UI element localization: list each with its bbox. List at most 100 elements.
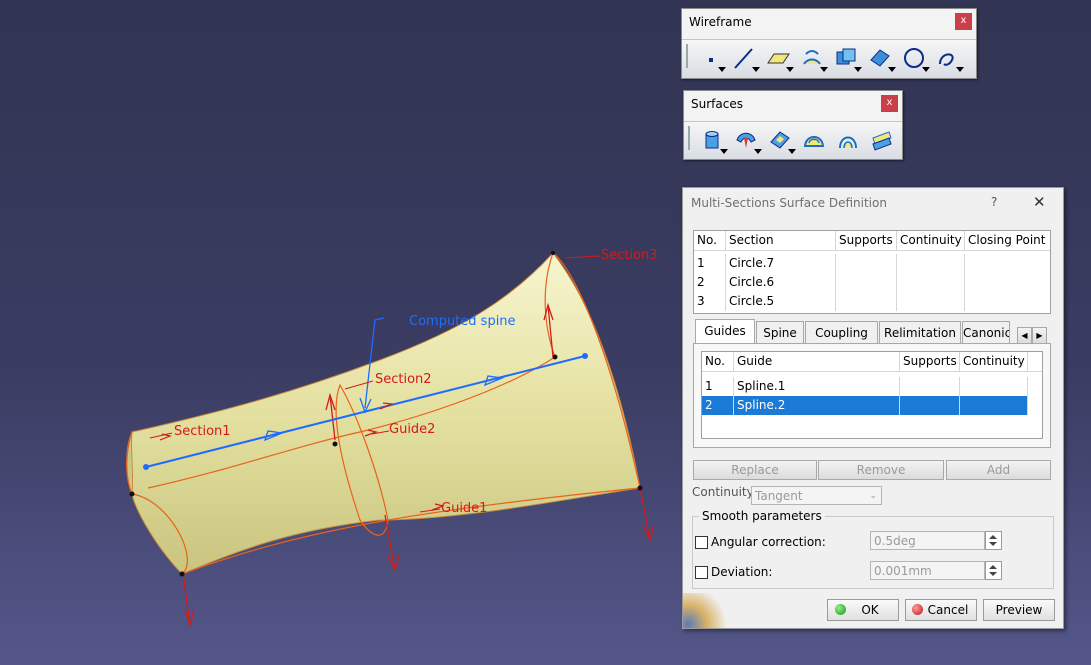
column-header[interactable]: Closing Point <box>965 231 1050 250</box>
section-name: Circle.7 <box>726 254 836 273</box>
guide-supports <box>900 377 960 396</box>
fill-icon[interactable] <box>766 126 796 154</box>
tab-scroll-right-button[interactable]: ▶ <box>1032 327 1047 344</box>
toolbar-grip[interactable] <box>688 126 690 150</box>
deviation-spinner[interactable] <box>985 561 1002 580</box>
section-closing-point <box>965 292 1050 311</box>
section-continuity <box>897 254 965 273</box>
dialog-title: Multi-Sections Surface Definition <box>691 196 887 210</box>
guide2-label: Guide2 <box>389 422 435 437</box>
replace-button[interactable]: Replace <box>693 460 817 480</box>
row-number: 1 <box>702 377 734 396</box>
surfaces-toolbar-title: Surfaces <box>691 97 743 111</box>
row-number: 2 <box>702 396 734 415</box>
smooth-parameters-title: Smooth parameters <box>699 509 825 523</box>
section-name: Circle.5 <box>726 292 836 311</box>
section2-label: Section2 <box>375 372 432 387</box>
section-supports <box>836 273 897 292</box>
multi-section-surface[interactable] <box>126 252 641 575</box>
deviation-label: Deviation: <box>711 565 773 579</box>
toolbar-grip[interactable] <box>686 44 688 68</box>
remove-button[interactable]: Remove <box>818 460 944 480</box>
offset-icon[interactable] <box>866 44 896 72</box>
row-number: 2 <box>694 273 726 292</box>
guides-table[interactable]: No. Guide Supports Continuity 1 Spline.1… <box>701 351 1043 439</box>
guide-continuity <box>960 396 1028 415</box>
wireframe-close-button[interactable]: x <box>955 13 972 30</box>
continuity-select[interactable]: Tangent ⌄ <box>751 486 882 505</box>
section-supports <box>836 254 897 273</box>
deviation-field[interactable]: 0.001mm <box>870 561 985 580</box>
row-number: 1 <box>694 254 726 273</box>
tab-coupling[interactable]: Coupling <box>805 321 878 344</box>
cancel-button[interactable]: Cancel <box>905 599 977 621</box>
plane-icon[interactable] <box>764 44 794 72</box>
table-row[interactable]: 1 Circle.7 <box>694 254 1050 273</box>
table-row[interactable]: 3 Circle.5 <box>694 292 1050 311</box>
multi-sections-dialog[interactable]: Multi-Sections Surface Definition ? ✕ No… <box>682 187 1064 629</box>
angular-correction-field[interactable]: 0.5deg <box>870 531 985 550</box>
point-icon[interactable] <box>696 44 726 72</box>
guide-name: Spline.1 <box>734 377 900 396</box>
guide1-label: Guide1 <box>441 501 487 516</box>
help-button[interactable]: ? <box>991 195 997 209</box>
table-row[interactable]: 1 Spline.1 <box>702 377 1042 396</box>
guide-name: Spline.2 <box>734 396 900 415</box>
surfaces-close-button[interactable]: x <box>881 95 898 112</box>
section-name: Circle.6 <box>726 273 836 292</box>
ok-status-icon <box>835 604 846 615</box>
section-closing-point <box>965 254 1050 273</box>
section-continuity <box>897 273 965 292</box>
sections-table-header: No. Section Supports Continuity Closing … <box>694 231 1050 251</box>
angular-correction-spinner[interactable] <box>985 531 1002 550</box>
column-header[interactable]: Section <box>726 231 836 250</box>
continuity-value: Tangent <box>755 489 803 503</box>
column-header[interactable]: Supports <box>900 352 960 371</box>
surfaces-toolbar[interactable]: Surfaces x <box>683 90 903 160</box>
cancel-status-icon <box>912 604 923 615</box>
chevron-down-icon: ⌄ <box>869 491 877 501</box>
continuity-label: Continuity: <box>692 485 757 499</box>
tab-scroll-left-button[interactable]: ◀ <box>1017 327 1032 344</box>
angular-correction-checkbox[interactable] <box>695 536 708 549</box>
column-header[interactable]: Supports <box>836 231 897 250</box>
ok-button[interactable]: OK <box>827 599 899 621</box>
surfaces-toolbar-row <box>684 121 902 159</box>
tab-canonical[interactable]: Canonic <box>962 321 1010 344</box>
dialog-close-button[interactable]: ✕ <box>1033 193 1046 211</box>
add-button[interactable]: Add <box>946 460 1051 480</box>
guide-supports <box>900 396 960 415</box>
wireframe-toolbar-row <box>682 39 976 78</box>
sweep-icon[interactable] <box>732 126 762 154</box>
section3-label: Section3 <box>601 248 658 263</box>
deviation-checkbox[interactable] <box>695 566 708 579</box>
column-header[interactable]: Guide <box>734 352 900 371</box>
line-icon[interactable] <box>730 44 760 72</box>
tab-relimitation[interactable]: Relimitation <box>879 321 961 344</box>
table-row[interactable]: 2 Circle.6 <box>694 273 1050 292</box>
table-row-selected[interactable]: 2 Spline.2 <box>702 396 1028 415</box>
intersection-icon[interactable] <box>832 44 862 72</box>
projection-icon[interactable] <box>798 44 828 72</box>
blend-icon[interactable] <box>834 126 864 154</box>
guides-tab-panel: No. Guide Supports Continuity 1 Spline.1… <box>693 343 1051 448</box>
row-number: 3 <box>694 292 726 311</box>
extrude-icon[interactable] <box>698 126 728 154</box>
section-continuity <box>897 292 965 311</box>
ok-button-label: OK <box>861 603 879 617</box>
multi-sections-icon[interactable] <box>800 126 830 154</box>
circle-icon[interactable] <box>900 44 930 72</box>
column-header[interactable]: Continuity <box>960 352 1028 371</box>
tab-spine[interactable]: Spine <box>756 321 804 344</box>
column-header[interactable]: No. <box>702 352 734 371</box>
guide-continuity <box>960 377 1028 396</box>
preview-button[interactable]: Preview <box>983 599 1055 621</box>
tab-guides[interactable]: Guides <box>695 319 755 344</box>
wireframe-toolbar[interactable]: Wireframe x <box>681 8 977 79</box>
offset-surface-icon[interactable] <box>868 126 898 154</box>
column-header[interactable]: No. <box>694 231 726 250</box>
spline-icon[interactable] <box>934 44 964 72</box>
column-header[interactable]: Continuity <box>897 231 965 250</box>
section-supports <box>836 292 897 311</box>
sections-table[interactable]: No. Section Supports Continuity Closing … <box>693 230 1051 314</box>
